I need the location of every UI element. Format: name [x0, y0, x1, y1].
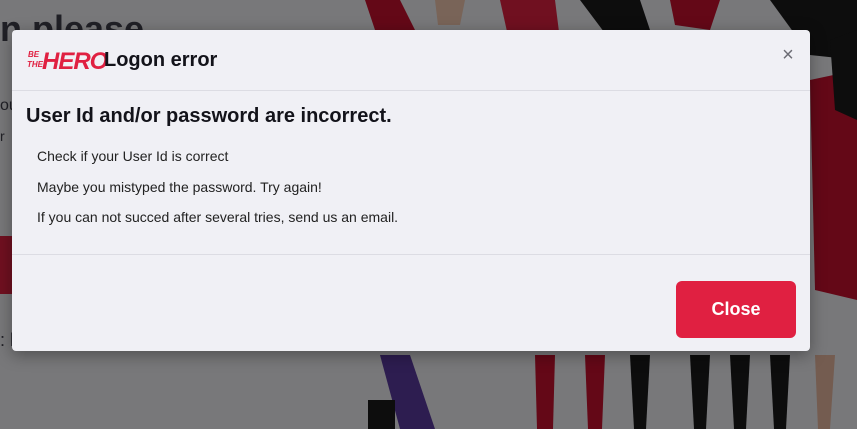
modal-title: Logon error: [104, 49, 218, 71]
close-button[interactable]: Close: [676, 281, 796, 338]
modal-body: User Id and/or password are incorrect. C…: [12, 91, 810, 255]
logon-error-modal: BE THE HERO Logon error × User Id and/or…: [12, 30, 810, 351]
close-icon[interactable]: ×: [778, 44, 798, 66]
be-the-hero-logo: BE THE HERO: [27, 48, 110, 73]
logo-text-be: BE: [28, 50, 40, 59]
error-message: Check if your User Id is correct: [37, 148, 229, 164]
error-message: Maybe you mistyped the password. Try aga…: [37, 179, 322, 195]
error-message: If you can not succed after several trie…: [37, 209, 399, 225]
error-heading: User Id and/or password are incorrect.: [26, 105, 392, 127]
logo-text-hero: HERO: [42, 48, 109, 73]
modal-header: BE THE HERO Logon error ×: [12, 30, 810, 91]
